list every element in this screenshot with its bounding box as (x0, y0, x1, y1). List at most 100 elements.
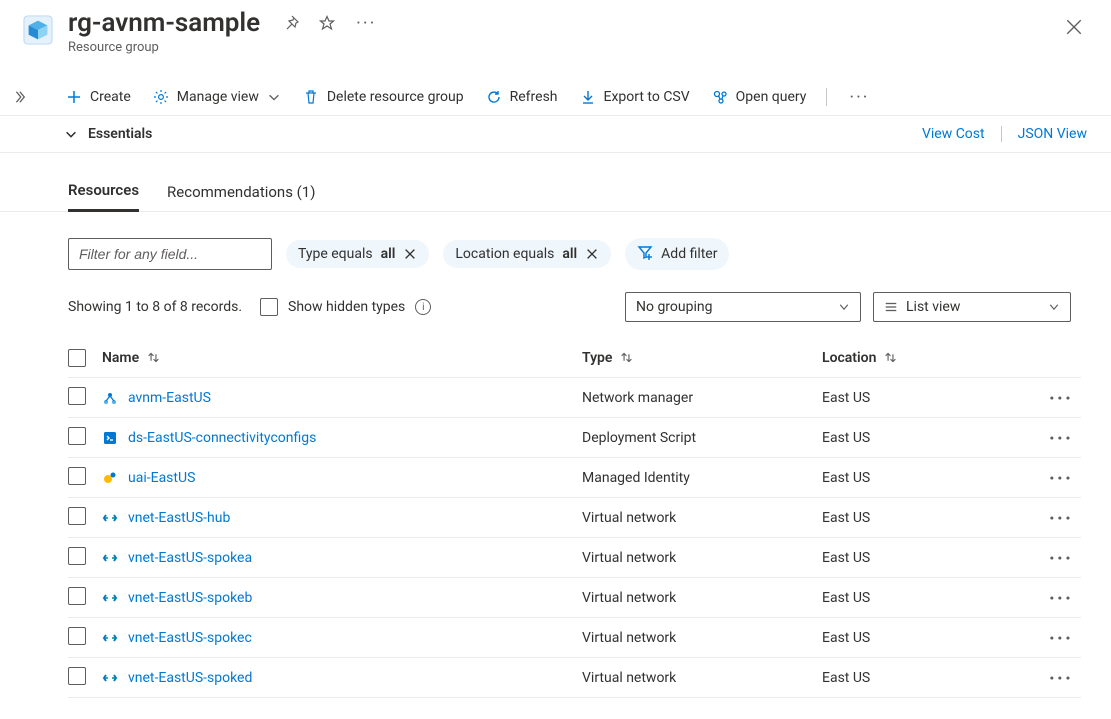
row-checkbox[interactable] (68, 427, 86, 445)
resource-link[interactable]: vnet-EastUS-spoked (128, 670, 252, 686)
command-divider (826, 88, 827, 106)
row-checkbox[interactable] (68, 547, 86, 565)
resource-type: Deployment Script (582, 430, 822, 446)
resource-type: Virtual network (582, 510, 822, 526)
row-checkbox[interactable] (68, 467, 86, 485)
row-checkbox[interactable] (68, 507, 86, 525)
table-header: Name Type Location (68, 338, 1081, 378)
resource-type: Network manager (582, 390, 822, 406)
refresh-button[interactable]: Refresh (484, 85, 560, 109)
create-button-label: Create (90, 89, 131, 105)
tab-resources[interactable]: Resources (68, 181, 139, 212)
gear-icon (153, 89, 169, 105)
open-query-label: Open query (736, 89, 807, 105)
controls-row: Showing 1 to 8 of 8 records. Show hidden… (0, 270, 1111, 322)
row-more-icon[interactable]: ··· (1031, 426, 1081, 450)
table-row: ds-EastUS-connectivityconfigs Deployment… (68, 418, 1081, 458)
chevron-down-icon (838, 301, 850, 313)
resource-link[interactable]: vnet-EastUS-hub (128, 510, 230, 526)
row-more-icon[interactable]: ··· (1031, 506, 1081, 530)
delete-rg-button[interactable]: Delete resource group (301, 85, 466, 109)
resource-location: East US (822, 670, 1031, 686)
row-more-icon[interactable]: ··· (1031, 666, 1081, 690)
row-checkbox[interactable] (68, 627, 86, 645)
row-more-icon[interactable]: ··· (1031, 386, 1081, 410)
resource-group-icon (20, 12, 56, 48)
resource-type: Virtual network (582, 630, 822, 646)
grouping-value: No grouping (636, 299, 712, 315)
close-icon[interactable] (1065, 18, 1083, 36)
row-checkbox[interactable] (68, 387, 86, 405)
delete-rg-label: Delete resource group (327, 89, 464, 105)
records-status: Showing 1 to 8 of 8 records. (68, 299, 242, 315)
info-icon[interactable]: i (415, 299, 431, 315)
managed-identity-icon (102, 470, 118, 486)
command-more-icon[interactable]: ··· (845, 87, 873, 108)
show-hidden-label: Show hidden types (288, 299, 405, 315)
col-name-label: Name (102, 350, 139, 366)
filter-input[interactable] (68, 238, 272, 270)
plus-icon (66, 89, 82, 105)
resource-link[interactable]: vnet-EastUS-spokec (128, 630, 252, 646)
filter-pill-location-value: all (562, 246, 577, 262)
table-row: vnet-EastUS-spokea Virtual network East … (68, 538, 1081, 578)
export-csv-button[interactable]: Export to CSV (578, 85, 692, 109)
divider (1001, 126, 1002, 142)
tab-recommendations[interactable]: Recommendations (1) (167, 183, 315, 211)
refresh-icon (486, 89, 502, 105)
row-checkbox[interactable] (68, 667, 86, 685)
favorite-star-icon[interactable] (316, 12, 338, 34)
col-name[interactable]: Name (102, 350, 582, 366)
chevron-down-icon (64, 127, 78, 141)
resource-link[interactable]: uai-EastUS (128, 470, 195, 486)
resource-type: Virtual network (582, 670, 822, 686)
table-row: vnet-EastUS-hub Virtual network East US … (68, 498, 1081, 538)
grouping-select[interactable]: No grouping (625, 292, 861, 322)
resource-link[interactable]: vnet-EastUS-spokeb (128, 590, 252, 606)
page-subtitle: Resource group (68, 40, 380, 55)
list-view-icon (884, 300, 898, 314)
filter-pill-location[interactable]: Location equals all (443, 240, 611, 268)
row-checkbox[interactable] (68, 587, 86, 605)
refresh-label: Refresh (510, 89, 558, 105)
row-more-icon[interactable]: ··· (1031, 466, 1081, 490)
pin-icon[interactable] (280, 12, 302, 34)
filter-pill-type-value: all (381, 246, 396, 262)
row-more-icon[interactable]: ··· (1031, 586, 1081, 610)
resource-location: East US (822, 470, 1031, 486)
sort-icon (147, 351, 160, 364)
table-row: vnet-EastUS-spokec Virtual network East … (68, 618, 1081, 658)
resource-type: Virtual network (582, 550, 822, 566)
manage-view-label: Manage view (177, 89, 259, 105)
header-more-icon[interactable]: ··· (352, 13, 380, 34)
row-more-icon[interactable]: ··· (1031, 546, 1081, 570)
show-hidden-checkbox[interactable] (260, 298, 278, 316)
resource-link[interactable]: ds-EastUS-connectivityconfigs (128, 430, 316, 446)
export-csv-label: Export to CSV (604, 89, 690, 105)
add-filter-label: Add filter (661, 246, 717, 262)
resource-link[interactable]: avnm-EastUS (128, 390, 211, 406)
vnet-icon (102, 510, 118, 526)
manage-view-button[interactable]: Manage view (151, 85, 283, 109)
resource-location: East US (822, 590, 1031, 606)
row-more-icon[interactable]: ··· (1031, 626, 1081, 650)
view-cost-link[interactable]: View Cost (922, 126, 985, 142)
essentials-toggle[interactable]: Essentials (64, 126, 152, 142)
vnet-icon (102, 630, 118, 646)
resource-link[interactable]: vnet-EastUS-spokea (128, 550, 252, 566)
filter-pill-type[interactable]: Type equals all (286, 240, 429, 268)
add-filter-button[interactable]: Add filter (625, 238, 729, 270)
col-type[interactable]: Type (582, 350, 822, 366)
resource-type: Virtual network (582, 590, 822, 606)
view-mode-select[interactable]: List view (873, 292, 1071, 322)
close-icon[interactable] (403, 247, 417, 261)
col-location[interactable]: Location (822, 350, 1031, 366)
command-bar: Create Manage view Delete resource group… (0, 55, 1111, 116)
open-query-button[interactable]: Open query (710, 85, 809, 109)
json-view-link[interactable]: JSON View (1018, 126, 1087, 142)
filter-row: Type equals all Location equals all Add … (0, 212, 1111, 270)
select-all-checkbox[interactable] (68, 349, 86, 367)
expand-menu-icon[interactable] (12, 90, 26, 108)
close-icon[interactable] (585, 247, 599, 261)
create-button[interactable]: Create (64, 85, 133, 109)
